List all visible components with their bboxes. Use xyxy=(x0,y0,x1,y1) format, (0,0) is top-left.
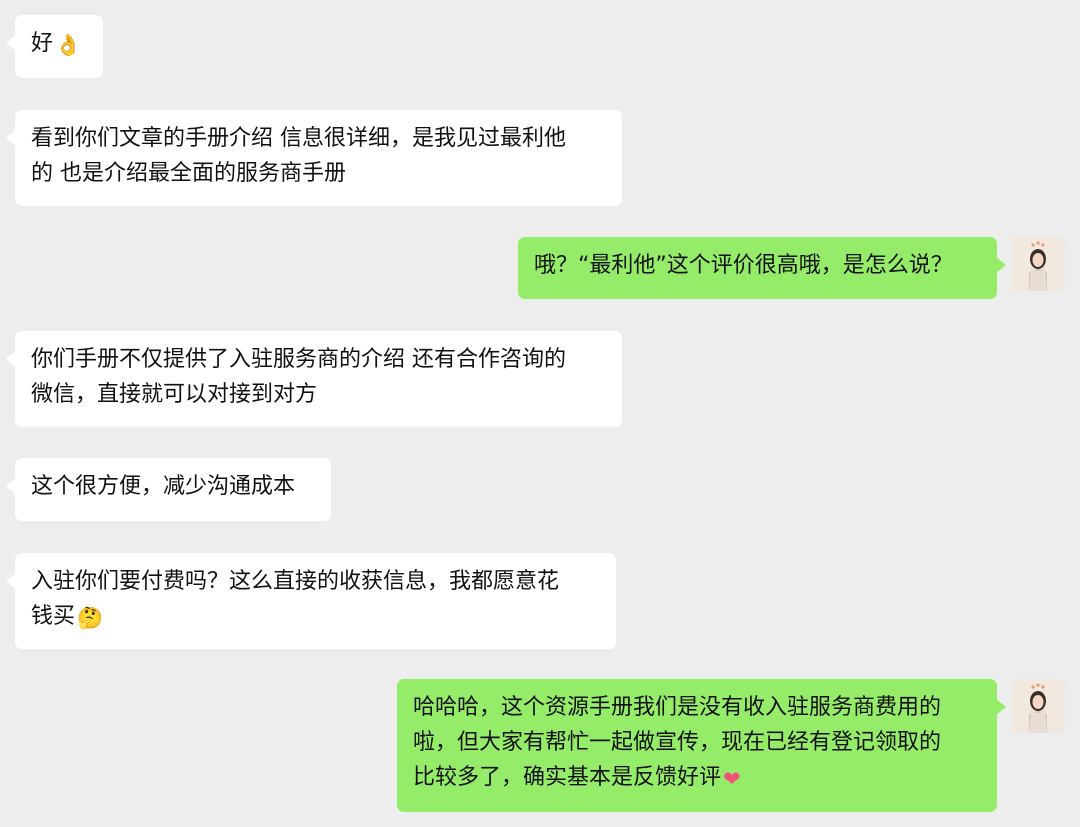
avatar[interactable] xyxy=(1011,237,1065,291)
message-bubble-outgoing[interactable]: 哦？“最利他”这个评价很高哦，是怎么说？ xyxy=(518,237,1006,299)
message-text-line: 看到你们文章的手册介绍 信息很详细，是我见过最利他 xyxy=(31,126,566,151)
avatar-image xyxy=(1011,679,1065,733)
message-text-line: 哈哈哈，这个资源手册我们是没有收入驻服务商费用的 xyxy=(413,695,942,720)
message-text-line: 钱买🤔 xyxy=(31,599,600,636)
avatar-image xyxy=(1011,237,1065,291)
message-bubble-incoming[interactable]: 这个很方便，减少沟通成本 xyxy=(6,458,331,521)
message-bubble-incoming[interactable]: 好👌 xyxy=(6,15,103,78)
message-text-line: 的 也是介绍最全面的服务商手册 xyxy=(31,161,346,186)
message-text-line: 入驻你们要付费吗？这么直接的收获信息，我都愿意花 xyxy=(31,569,560,594)
message-text-line: 你们手册不仅提供了入驻服务商的介绍 还有合作咨询的 xyxy=(31,347,566,372)
thinking-face-icon: 🤔 xyxy=(77,606,104,630)
message-bubble-incoming[interactable]: 入驻你们要付费吗？这么直接的收获信息，我都愿意花 钱买🤔 xyxy=(6,553,616,649)
avatar[interactable] xyxy=(1011,679,1065,733)
message-text: 哦？“最利他”这个评价很高哦，是怎么说？ xyxy=(534,253,953,278)
message-text-line: 微信，直接就可以对接到对方 xyxy=(31,382,318,407)
message-text-line: 比较多了，确实基本是反馈好评❤ xyxy=(413,760,981,797)
message-text: 这个很方便，减少沟通成本 xyxy=(31,474,296,499)
ok-hand-icon: 👌 xyxy=(55,33,82,57)
message-bubble-incoming[interactable]: 看到你们文章的手册介绍 信息很详细，是我见过最利他 的 也是介绍最全面的服务商手… xyxy=(6,110,622,206)
message-text-line: 啦，但大家有帮忙一起做宣传，现在已经有登记领取的 xyxy=(413,730,942,755)
message-bubble-incoming[interactable]: 你们手册不仅提供了入驻服务商的介绍 还有合作咨询的 微信，直接就可以对接到对方 xyxy=(6,331,622,427)
message-bubble-outgoing[interactable]: 哈哈哈，这个资源手册我们是没有收入驻服务商费用的 啦，但大家有帮忙一起做宣传，现… xyxy=(397,679,1006,812)
heart-icon: ❤ xyxy=(723,767,741,791)
message-text: 好👌 xyxy=(31,26,87,63)
